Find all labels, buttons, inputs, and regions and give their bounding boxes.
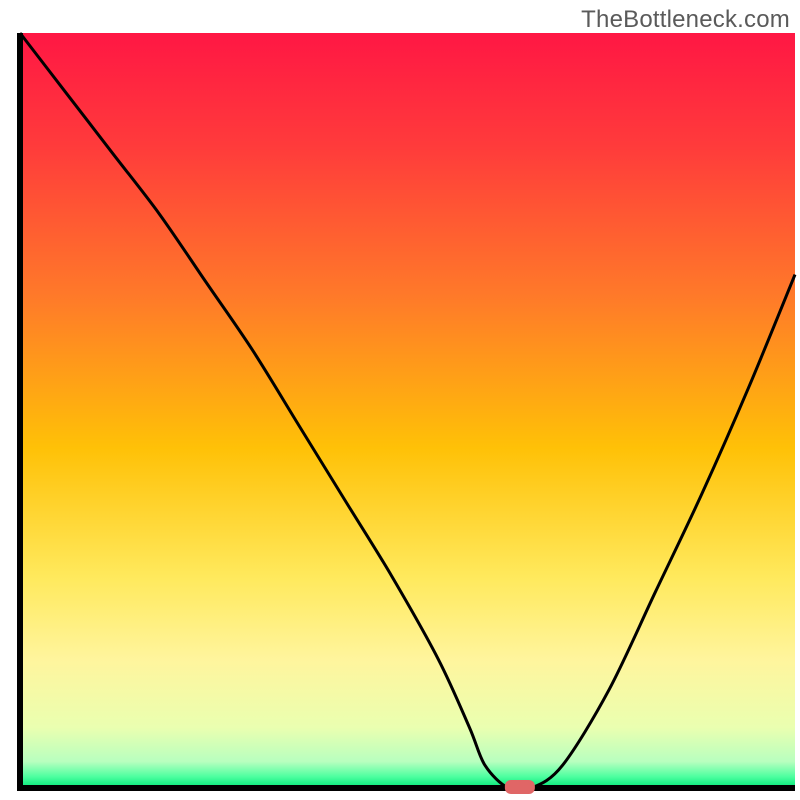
watermark-text: TheBottleneck.com (581, 6, 790, 34)
bottleneck-chart (0, 0, 800, 800)
plot-gradient-bg (20, 33, 795, 788)
optimal-marker (505, 780, 535, 794)
chart-container: TheBottleneck.com (0, 0, 800, 800)
